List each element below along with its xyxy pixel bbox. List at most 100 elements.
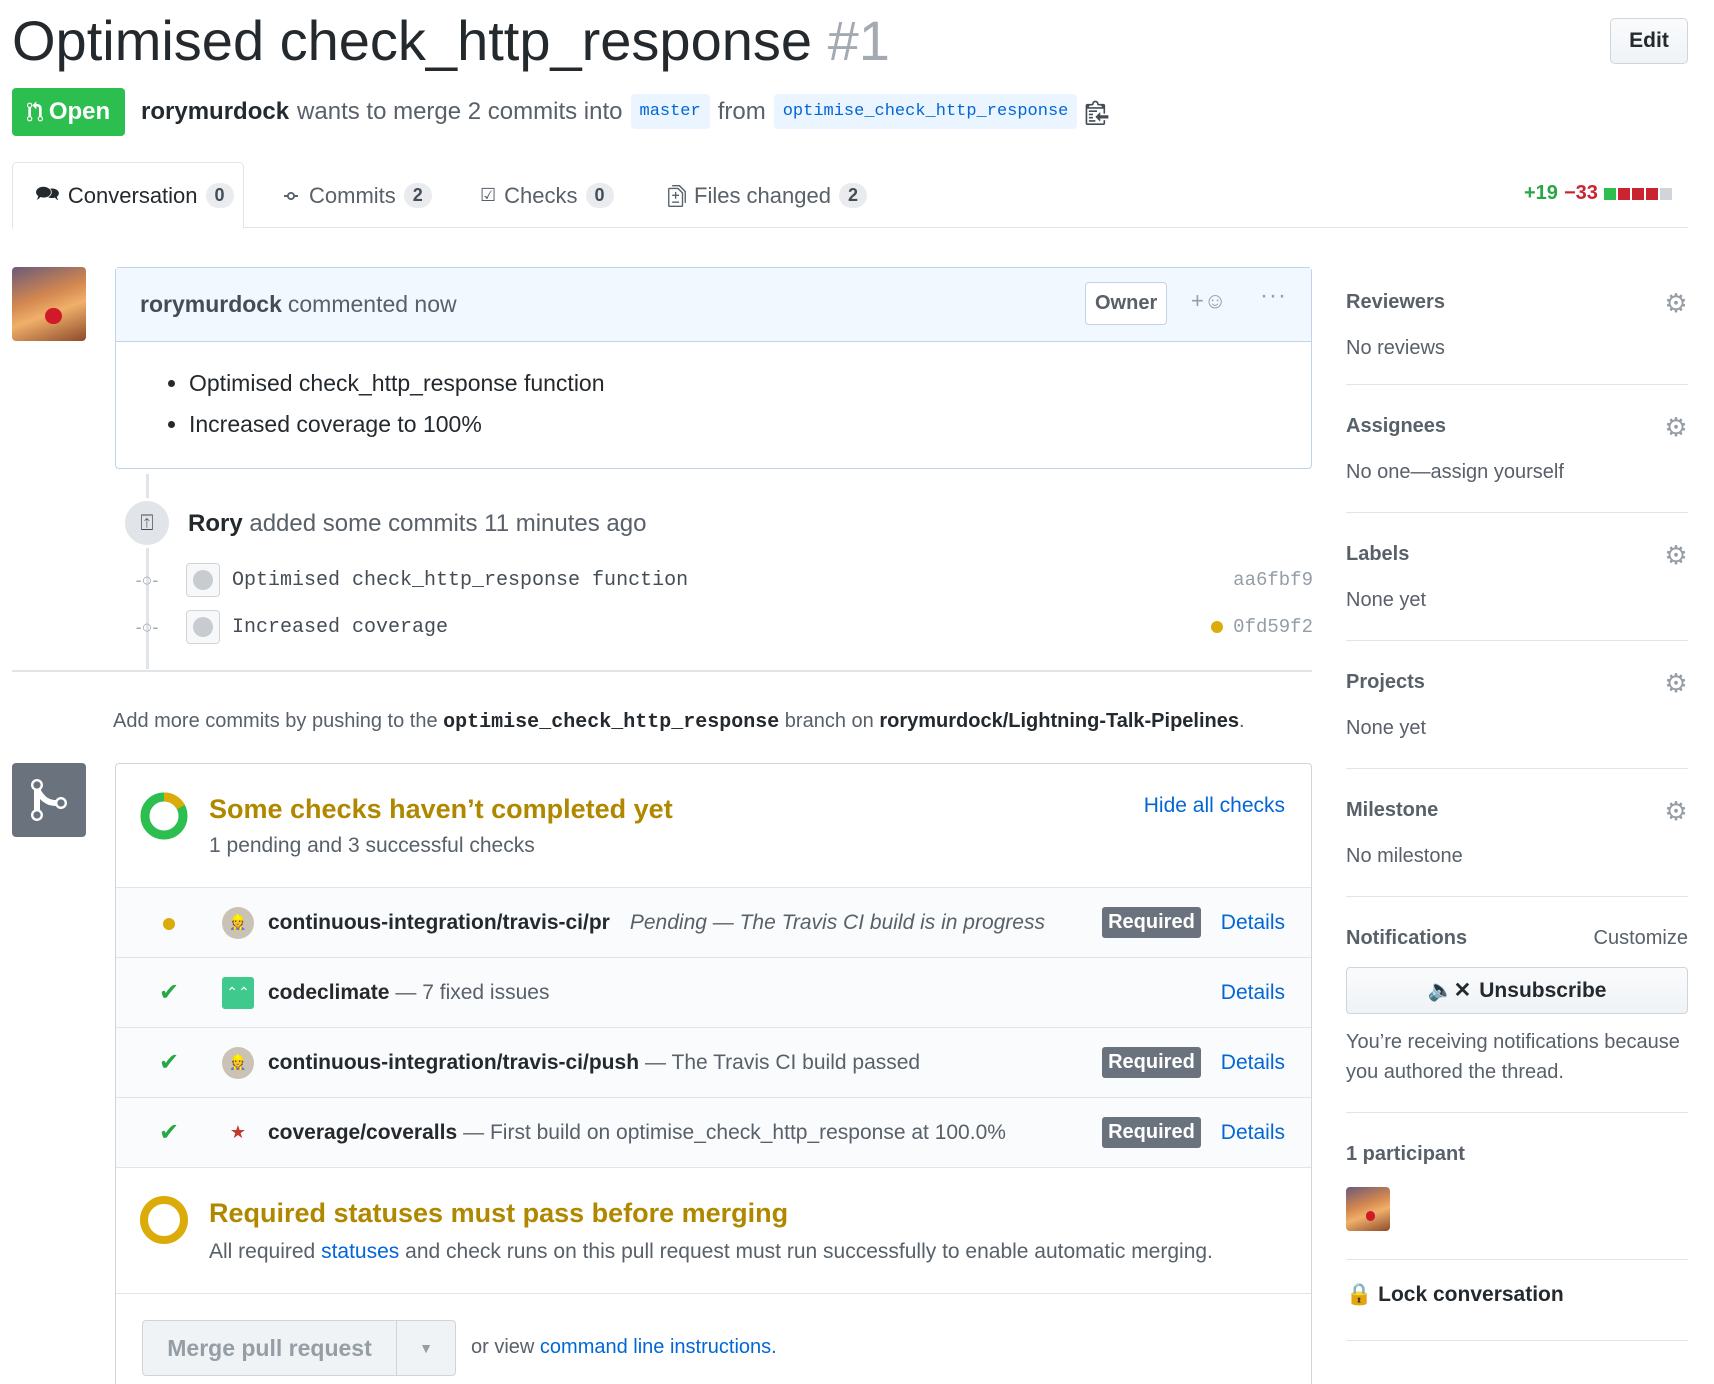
commit-avatar [186, 610, 220, 644]
sidebar-heading[interactable]: Milestone [1346, 799, 1438, 822]
push-text: added some commits 11 minutes ago [249, 510, 647, 537]
tab-counter: 0 [585, 183, 614, 208]
diffstat-blocks [1603, 187, 1672, 200]
check-row: ✔ 👷 continuous-integration/travis-ci/pus… [116, 1028, 1311, 1098]
sidebar-notifications: Notifications Customize 🔈✕ Unsubscribe Y… [1346, 897, 1688, 1113]
hint-prefix: Add more commits by pushing to the [113, 710, 438, 732]
gear-icon[interactable]: ⚙ [1664, 798, 1688, 824]
checks-summary-text: 1 pending and 3 successful checks [209, 834, 535, 857]
or-view-text: or view [471, 1336, 535, 1358]
required-statuses: Required statuses must pass before mergi… [116, 1168, 1311, 1294]
author-link[interactable]: rorymurdock [141, 98, 289, 126]
merge-button[interactable]: Merge pull request [143, 1321, 397, 1375]
tab-commits[interactable]: Commits 2 [259, 162, 454, 229]
pr-meta: rorymurdock wants to merge 2 commits int… [141, 94, 1109, 129]
details-link[interactable]: Details [1221, 981, 1285, 1005]
triangle-down-icon[interactable]: ▼ [397, 1321, 455, 1375]
lock-conversation[interactable]: 🔒 Lock conversation [1346, 1283, 1564, 1307]
sidebar-heading[interactable]: Labels [1346, 543, 1409, 566]
coveralls-icon: ★ [229, 1122, 247, 1142]
git-pull-request-icon [26, 101, 43, 122]
sidebar-reviewers: Reviewers ⚙ No reviews [1346, 267, 1688, 385]
checklist-icon: ☑ [480, 185, 497, 205]
clippy-icon[interactable] [1085, 99, 1109, 125]
gear-icon[interactable]: ⚙ [1664, 290, 1688, 316]
kebab-menu-icon[interactable]: ··· [1260, 282, 1287, 310]
tab-conversation[interactable]: 🗪 Conversation 0 [12, 162, 244, 229]
gear-icon[interactable]: ⚙ [1664, 414, 1688, 440]
commit-sha[interactable]: 0fd59f2 [1211, 616, 1313, 638]
merge-text: wants to merge 2 commits into [297, 97, 623, 125]
sidebar-divider [1346, 1340, 1688, 1341]
tab-label: Checks [504, 182, 578, 208]
hint-suffix: . [1239, 710, 1245, 732]
diffstat-block [1603, 187, 1616, 200]
tab-checks[interactable]: ☑ Checks 0 [458, 162, 636, 229]
commit-message[interactable]: Optimised check_http_response function [232, 569, 1233, 592]
hide-checks-link[interactable]: Hide all checks [1144, 794, 1285, 818]
push-actor[interactable]: Rory [188, 510, 243, 537]
statuses-link[interactable]: statuses [321, 1240, 399, 1263]
check-icon: ✔ [158, 979, 180, 1006]
add-reaction-icon[interactable]: +☺ [1191, 288, 1226, 314]
participant-avatar[interactable] [1346, 1187, 1390, 1231]
from-text: from [717, 97, 766, 125]
pending-dot-icon [116, 909, 222, 937]
file-diff-icon [668, 184, 686, 207]
diffstat-block [1645, 187, 1658, 200]
lock-label: Lock conversation [1378, 1283, 1564, 1306]
avatar[interactable] [12, 267, 86, 341]
pr-title: Optimised check_http_response #1 [12, 8, 890, 73]
commit-sha[interactable]: aa6fbf9 [1233, 569, 1313, 591]
commit-message[interactable]: Increased coverage [232, 616, 1211, 639]
tab-counter: 2 [403, 183, 432, 208]
check-icon: ✔ [158, 1049, 180, 1076]
edit-button[interactable]: Edit [1610, 18, 1688, 64]
tab-label: Commits [309, 182, 396, 208]
required-badge: Required [1102, 1047, 1201, 1078]
sidebar-heading[interactable]: Reviewers [1346, 291, 1445, 314]
check-row: ✔ ★ coverage/coveralls — First build on … [116, 1098, 1311, 1168]
details-link[interactable]: Details [1221, 911, 1285, 935]
checks-summary: Some checks haven’t completed yet 1 pend… [116, 764, 1311, 888]
notification-reason: You’re receiving notifications because y… [1346, 1031, 1680, 1083]
customize-link[interactable]: Customize [1594, 927, 1688, 950]
check-description: Pending — The Travis CI build is in prog… [629, 910, 1045, 934]
comment-bullet: Optimised check_http_response function [189, 370, 1311, 397]
base-branch[interactable]: master [630, 94, 710, 129]
comment-action: commented now [287, 291, 457, 317]
required-title: Required statuses must pass before mergi… [209, 1198, 789, 1228]
sidebar-value: None yet [1346, 717, 1427, 739]
comment-bullet: Increased coverage to 100% [189, 411, 1311, 438]
tab-label: Files changed [694, 182, 831, 208]
merge-button-group: Merge pull request ▼ [142, 1320, 456, 1376]
sidebar-heading[interactable]: Projects [1346, 671, 1425, 694]
sidebar-value[interactable]: No one—assign yourself [1346, 461, 1564, 484]
sidebar-projects: Projects ⚙ None yet [1346, 641, 1688, 769]
pr-title-text: Optimised check_http_response [12, 9, 812, 72]
sidebar-value: No reviews [1346, 337, 1445, 359]
hint-repo: rorymurdock/Lightning-Talk-Pipelines [879, 710, 1239, 732]
cli-instructions-link[interactable]: command line instructions. [540, 1336, 777, 1358]
comment-author[interactable]: rorymurdock [140, 291, 282, 318]
check-context: coverage/coveralls [268, 1120, 458, 1144]
pending-dot-icon[interactable] [1211, 621, 1224, 633]
head-branch[interactable]: optimise_check_http_response [773, 94, 1078, 129]
check-description: — The Travis CI build passed [645, 1050, 921, 1074]
check-context: codeclimate [268, 980, 390, 1004]
sidebar-assignees: Assignees ⚙ No one—assign yourself [1346, 385, 1688, 513]
required-text-before: All required [209, 1240, 316, 1263]
sidebar-labels: Labels ⚙ None yet [1346, 513, 1688, 641]
diffstat-block [1631, 187, 1644, 200]
gear-icon[interactable]: ⚙ [1664, 542, 1688, 568]
deletions: −33 [1563, 182, 1598, 204]
details-link[interactable]: Details [1221, 1051, 1285, 1075]
gear-icon[interactable]: ⚙ [1664, 670, 1688, 696]
owner-badge: Owner [1085, 282, 1168, 325]
checks-title: Some checks haven’t completed yet [209, 794, 673, 824]
tab-files-changed[interactable]: Files changed 2 [646, 162, 889, 229]
sidebar-heading[interactable]: Assignees [1346, 415, 1446, 438]
check-row: ✔ ⌃⌃ codeclimate — 7 fixed issues Detail… [116, 958, 1311, 1028]
unsubscribe-button[interactable]: 🔈✕ Unsubscribe [1346, 967, 1688, 1014]
details-link[interactable]: Details [1221, 1121, 1285, 1145]
